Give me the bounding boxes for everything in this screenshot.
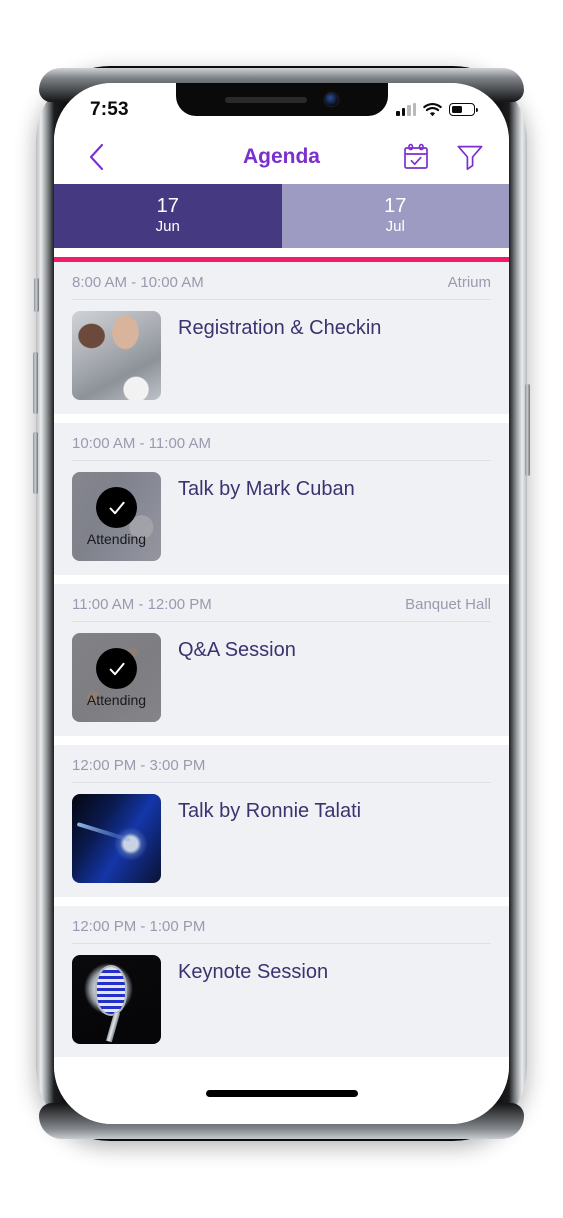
date-tab-jul-17[interactable]: 17 Jul (281, 184, 509, 248)
agenda-item-title: Registration & Checkin (178, 317, 382, 339)
agenda-item-body: Keynote Session (72, 944, 491, 1044)
volume-up-button[interactable] (33, 352, 38, 414)
event-thumbnail-registration[interactable] (72, 311, 161, 400)
attending-label: Attending (86, 692, 147, 708)
date-tab-day: 17 (156, 195, 179, 218)
agenda-item-time: 12:00 PM - 3:00 PM (72, 757, 206, 774)
funnel-filter-icon[interactable] (455, 142, 485, 172)
agenda-item-meta: 11:00 AM - 12:00 PM Banquet Hall (72, 593, 491, 622)
home-indicator-bar[interactable] (205, 1089, 358, 1097)
attending-label: Attending (86, 531, 147, 547)
agenda-list[interactable]: 8:00 AM - 10:00 AM Atrium Registration &… (54, 262, 509, 1057)
navbar-actions (401, 142, 485, 172)
event-thumbnail-mark-cuban[interactable]: Attending (72, 472, 161, 561)
agenda-item-title: Talk by Ronnie Talati (178, 800, 362, 822)
attending-badge: Attending (72, 633, 161, 722)
agenda-item-time: 8:00 AM - 10:00 AM (72, 274, 204, 291)
checkmark-icon (109, 501, 125, 514)
date-tab-month: Jun (155, 218, 180, 236)
agenda-item-body: Registration & Checkin (72, 300, 491, 400)
phone-device-frame: 7:53 Agenda 17 Jun 17 Jul 8:00 AM - 10:0… (33, 66, 530, 1141)
phone-screen: 7:53 Agenda 17 Jun 17 Jul 8:00 AM - 10:0… (54, 83, 509, 1124)
agenda-item-time: 11:00 AM - 12:00 PM (72, 596, 212, 613)
earpiece-speaker (225, 96, 307, 103)
agenda-item-body: Attending Q&A Session (72, 622, 491, 722)
event-thumbnail-ronnie-talati[interactable] (72, 794, 161, 883)
battery-level-fill (451, 105, 463, 114)
check-circle-icon (96, 648, 137, 689)
agenda-item-registration[interactable]: 8:00 AM - 10:00 AM Atrium Registration &… (54, 262, 509, 414)
navigation-bar: Agenda (54, 130, 509, 184)
agenda-item-meta: 12:00 PM - 1:00 PM (72, 915, 491, 944)
agenda-item-title: Q&A Session (178, 639, 296, 661)
agenda-item-time: 12:00 PM - 1:00 PM (72, 918, 206, 935)
agenda-item-location: Banquet Hall (405, 596, 491, 613)
display-notch (175, 83, 388, 116)
agenda-item-body: Attending Talk by Mark Cuban (72, 461, 491, 561)
date-tab-bar: 17 Jun 17 Jul (54, 184, 509, 248)
agenda-item-body: Talk by Ronnie Talati (72, 783, 491, 883)
agenda-item-ronnie-talati[interactable]: 12:00 PM - 3:00 PM Talk by Ronnie Talati (54, 745, 509, 897)
tab-separator-gap (54, 248, 509, 257)
signal-bars-icon (396, 102, 416, 116)
agenda-item-location: Atrium (447, 274, 491, 291)
agenda-item-mark-cuban[interactable]: 10:00 AM - 11:00 AM Attending Talk by Ma… (54, 423, 509, 575)
agenda-item-keynote[interactable]: 12:00 PM - 1:00 PM Keynote Session (54, 906, 509, 1057)
home-indicator-area (54, 1062, 509, 1124)
agenda-item-meta: 12:00 PM - 3:00 PM (72, 754, 491, 783)
date-tab-jun-17[interactable]: 17 Jun (54, 184, 282, 248)
battery-icon (449, 103, 478, 116)
event-thumbnail-keynote[interactable] (72, 955, 161, 1044)
agenda-item-time: 10:00 AM - 11:00 AM (72, 435, 211, 452)
attending-badge: Attending (72, 472, 161, 561)
agenda-item-qa-session[interactable]: 11:00 AM - 12:00 PM Banquet Hall Attendi… (54, 584, 509, 736)
calendar-check-icon[interactable] (401, 142, 431, 172)
power-button[interactable] (525, 384, 530, 476)
agenda-item-meta: 8:00 AM - 10:00 AM Atrium (72, 271, 491, 300)
checkmark-icon (109, 662, 125, 675)
agenda-item-title: Talk by Mark Cuban (178, 478, 355, 500)
agenda-item-meta: 10:00 AM - 11:00 AM (72, 432, 491, 461)
mute-switch[interactable] (34, 278, 39, 312)
date-tab-month: Jul (385, 218, 405, 236)
status-indicators (396, 102, 478, 117)
agenda-item-title: Keynote Session (178, 961, 329, 983)
screenshot-stage: 7:53 Agenda 17 Jun 17 Jul 8:00 AM - 10:0… (0, 0, 563, 1218)
check-circle-icon (96, 487, 137, 528)
front-camera-icon (325, 93, 338, 106)
volume-down-button[interactable] (33, 432, 38, 494)
chevron-left-icon (89, 143, 103, 171)
back-button[interactable] (76, 137, 116, 177)
event-thumbnail-qa-session[interactable]: Attending (72, 633, 161, 722)
status-clock: 7:53 (90, 98, 129, 120)
wifi-icon (423, 102, 442, 116)
date-tab-day: 17 (384, 195, 407, 218)
